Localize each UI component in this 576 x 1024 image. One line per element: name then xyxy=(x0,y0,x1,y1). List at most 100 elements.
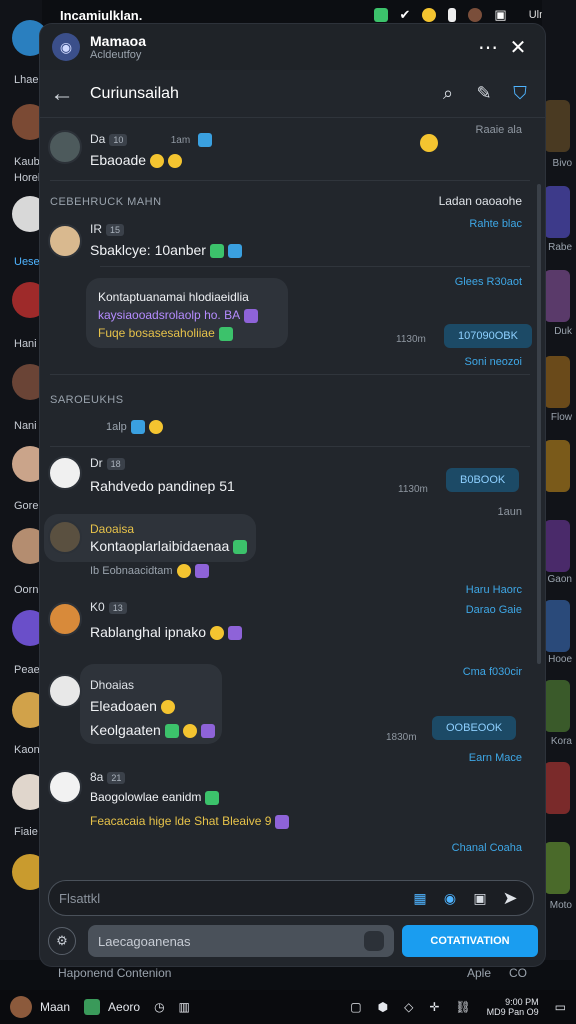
avatar[interactable] xyxy=(48,224,82,258)
message-link[interactable]: Darao Gaie xyxy=(466,604,522,616)
user-badge: 21 xyxy=(107,772,126,784)
primary-button[interactable]: COTATIVATION xyxy=(402,925,538,957)
message-link[interactable]: Chanal Coaha xyxy=(452,842,522,854)
panel-subtitle: Acldeutfoy xyxy=(90,49,142,61)
message-link[interactable]: 1aun xyxy=(498,506,522,518)
section-sub-text: 1alp xyxy=(106,420,127,433)
rail-tile[interactable] xyxy=(544,680,570,732)
gif-icon[interactable]: ▣ xyxy=(467,885,493,911)
message-link[interactable]: Cma f030cir xyxy=(463,666,522,678)
tag-icon[interactable]: ⬢ xyxy=(378,1000,388,1014)
section-link[interactable]: Rahte blac xyxy=(469,218,522,230)
notification-icon[interactable]: ▭ xyxy=(555,1000,566,1014)
back-arrow-icon[interactable]: ← xyxy=(50,80,78,108)
below-right-text[interactable]: Aple xyxy=(467,966,491,980)
rail-tile[interactable] xyxy=(544,762,570,814)
message-list[interactable]: Da 10 1am Ebaoade Raaie ala CEBEHRUCK MAH… xyxy=(40,118,540,878)
send-icon[interactable]: ➤ xyxy=(497,885,523,911)
message-link[interactable]: Earn Mace xyxy=(469,752,522,764)
message-time: 1830m xyxy=(386,732,417,743)
edit-icon[interactable]: ✎ xyxy=(469,79,499,109)
rail-label: Duk xyxy=(554,326,572,337)
app-icon[interactable] xyxy=(84,999,101,1015)
search-icon[interactable]: ⌕ xyxy=(433,79,463,109)
emoji-icon xyxy=(227,244,242,259)
message-time: 1am xyxy=(170,135,191,146)
emoji-icon xyxy=(218,326,233,341)
panel-titles: Mamaoa Acldeutfoy xyxy=(90,33,473,61)
message-composer[interactable]: Flsattkl ▦ ◉ ▣ ➤ xyxy=(48,880,534,916)
rail-tile[interactable] xyxy=(544,440,570,492)
emoji-icon xyxy=(168,154,183,169)
rail-label: Hooe xyxy=(548,654,572,665)
smiley-icon[interactable] xyxy=(420,134,438,152)
status-pill[interactable]: OOBEOOK xyxy=(432,716,517,740)
check-icon: ✔ xyxy=(399,7,411,22)
author-name: K0 xyxy=(90,600,105,614)
settings-icon[interactable]: ⚙ xyxy=(48,927,76,955)
rail-tile[interactable] xyxy=(544,100,570,152)
emoji-icon xyxy=(275,814,290,829)
plus-icon[interactable]: ✛ xyxy=(429,1000,439,1014)
shield-icon[interactable]: ⛉ xyxy=(505,79,535,109)
taskbar-user[interactable]: Maan xyxy=(40,1000,70,1014)
message-link[interactable]: Soni neozoi xyxy=(465,356,523,368)
clock-icon[interactable]: ◷ xyxy=(154,1000,164,1014)
square-icon: ▣ xyxy=(494,7,507,22)
rail-tile[interactable] xyxy=(544,842,570,894)
secondary-input[interactable]: Laecagoanenas xyxy=(88,925,394,957)
drop-icon[interactable]: ◇ xyxy=(404,1000,413,1014)
below-right-text[interactable]: CO xyxy=(509,966,527,980)
meta-link[interactable]: Raaie ala xyxy=(476,124,522,136)
clock-time: 9:00 PM xyxy=(505,997,539,1007)
rail-tile[interactable] xyxy=(544,356,570,408)
status-pill[interactable]: 107090OBK xyxy=(444,324,532,348)
emoji-icon xyxy=(205,790,220,805)
scrollbar[interactable] xyxy=(537,184,541,664)
rail-tile[interactable] xyxy=(544,270,570,322)
clear-icon[interactable] xyxy=(364,931,384,951)
window-icon[interactable]: ▢ xyxy=(350,1000,361,1014)
message-link[interactable]: Haru Haorc xyxy=(466,584,522,596)
attach-icon[interactable]: ▦ xyxy=(407,885,433,911)
section-label: CEBEHRUCK MAHN xyxy=(50,196,162,208)
avatar[interactable] xyxy=(48,456,82,490)
close-icon[interactable]: ✕ xyxy=(503,32,533,62)
author-name: 8a xyxy=(90,770,104,784)
user-avatar[interactable] xyxy=(10,996,32,1018)
rail-tile[interactable] xyxy=(544,186,570,238)
taskbar: Maan Aeoro ◷ ▥ ▢ ⬢ ◇ ✛ ⛓ 9:00 PM MD9 Pan… xyxy=(0,990,576,1024)
below-panel-bar: Haponend Contenion Aple CO xyxy=(40,960,545,986)
avatar[interactable] xyxy=(48,770,82,804)
message-body: Ebaoade xyxy=(90,152,147,168)
rail-label: Kaub xyxy=(14,156,40,168)
message-body: Rablanghal ipnako xyxy=(90,624,206,640)
server-icon[interactable]: ◉ xyxy=(52,33,80,61)
emoji-icon xyxy=(244,308,259,323)
below-left-text[interactable]: Haponend Contenion xyxy=(58,966,171,980)
message-author: Daoaisa xyxy=(90,522,135,536)
composer-placeholder: Flsattkl xyxy=(59,890,101,906)
divider xyxy=(50,180,530,181)
secondary-input-text: Laecagoanenas xyxy=(98,933,191,949)
message-link[interactable]: Glees R30aot xyxy=(455,276,522,288)
avatar[interactable] xyxy=(48,520,82,554)
author-name: Da xyxy=(90,132,106,146)
avatar[interactable] xyxy=(48,674,82,708)
more-icon[interactable]: ⋯ xyxy=(473,32,503,62)
rail-tile[interactable] xyxy=(544,520,570,572)
gem-icon xyxy=(373,8,388,22)
message-text: Sbaklcye: 10anber xyxy=(90,242,242,259)
avatar[interactable] xyxy=(48,130,82,164)
emoji-picker-icon[interactable]: ◉ xyxy=(437,885,463,911)
user-badge: 18 xyxy=(106,458,125,470)
avatar[interactable] xyxy=(48,602,82,636)
message-text: Kontaoplarlaibidaenaa xyxy=(90,538,248,555)
coin-icon xyxy=(422,8,437,22)
link-icon[interactable]: ⛓ xyxy=(455,1000,470,1014)
rail-tile[interactable] xyxy=(544,600,570,652)
rail-label: Nani xyxy=(14,420,37,432)
taskbar-app[interactable]: Aeoro xyxy=(108,1000,140,1014)
chart-icon[interactable]: ▥ xyxy=(179,1000,190,1014)
status-pill[interactable]: B0BOOK xyxy=(446,468,520,492)
